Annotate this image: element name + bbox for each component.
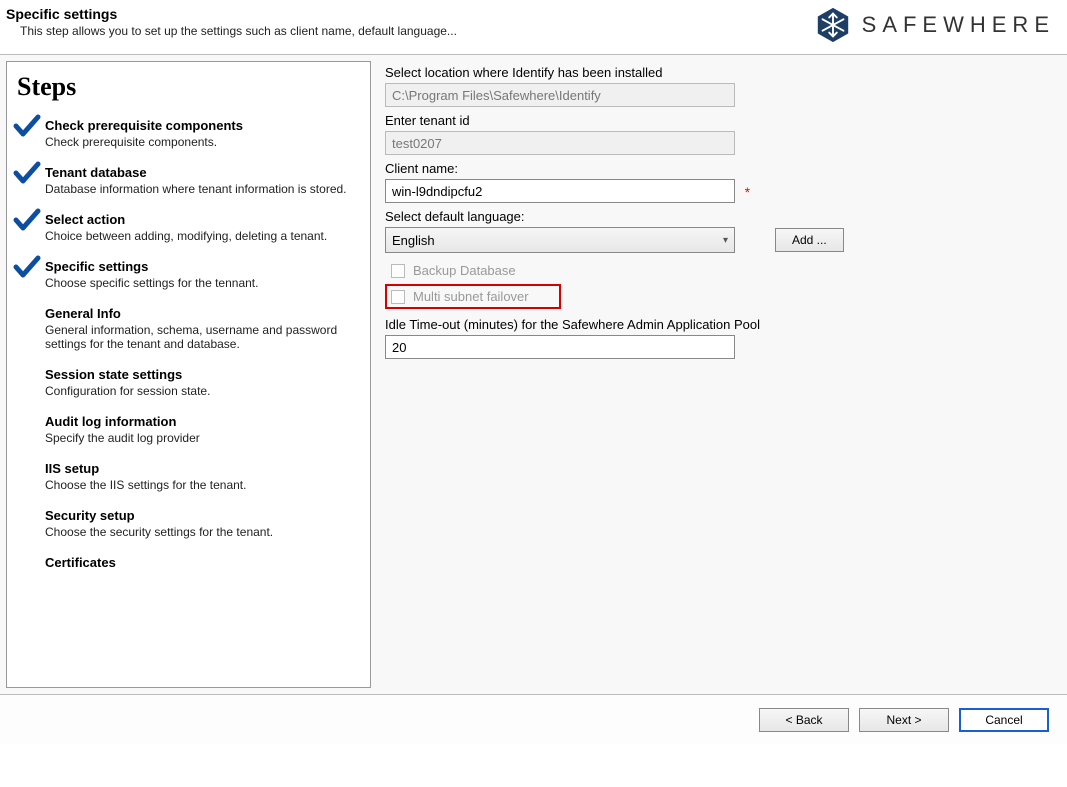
tenant-id-label: Enter tenant id [385,113,1053,128]
step-desc: Database information where tenant inform… [45,182,364,196]
backup-database-checkbox: Backup Database [391,259,1053,282]
step-desc: Choice between adding, modifying, deleti… [45,229,364,243]
location-input [385,83,735,107]
step-title: Session state settings [45,367,364,382]
step-item: IIS setup Choose the IIS settings for the… [17,453,364,500]
step-item: Certificates [17,547,364,580]
backup-database-label: Backup Database [413,263,516,278]
step-title: Specific settings [45,259,364,274]
idle-timeout-label: Idle Time-out (minutes) for the Safewher… [385,317,1053,332]
step-item: Select action Choice between adding, modi… [17,204,364,251]
step-desc: General information, schema, username an… [45,323,364,351]
step-desc: Configuration for session state. [45,384,364,398]
step-title: Tenant database [45,165,364,180]
language-selected-value: English [392,233,435,248]
step-item: Security setup Choose the security settin… [17,500,364,547]
language-label: Select default language: [385,209,1053,224]
step-desc: Choose the IIS settings for the tenant. [45,478,364,492]
step-desc: Specify the audit log provider [45,431,364,445]
step-item: Check prerequisite components Check prere… [17,110,364,157]
wizard-footer: < Back Next > Cancel [0,694,1067,744]
step-item: Tenant database Database information wher… [17,157,364,204]
step-desc: Choose specific settings for the tennant… [45,276,364,290]
page-subtitle: This step allows you to set up the setti… [20,24,457,38]
checkbox-icon [391,290,405,304]
client-name-label: Client name: [385,161,1053,176]
step-item: Session state settings Configuration for … [17,359,364,406]
step-title: Check prerequisite components [45,118,364,133]
step-title: General Info [45,306,364,321]
form-panel: Select location where Identify has been … [371,55,1067,694]
step-item: Audit log information Specify the audit l… [17,406,364,453]
step-title: Select action [45,212,364,227]
back-button[interactable]: < Back [759,708,849,732]
multi-subnet-failover-highlight: Multi subnet failover [385,284,561,309]
steps-list[interactable]: Check prerequisite components Check prere… [7,106,370,687]
checkbox-icon [391,264,405,278]
step-title: Certificates [45,555,364,570]
tenant-id-input [385,131,735,155]
add-language-button[interactable]: Add ... [775,228,844,252]
required-indicator: * [745,184,750,200]
checkmark-icon [13,114,41,138]
step-item: Specific settings Choose specific setting… [17,251,364,298]
step-item: General Info General information, schema,… [17,298,364,359]
step-desc: Check prerequisite components. [45,135,364,149]
chevron-down-icon: ▾ [723,235,728,246]
language-select[interactable]: English ▾ [385,227,735,253]
snowflake-hex-icon [814,6,852,44]
cancel-button[interactable]: Cancel [959,708,1049,732]
idle-timeout-input[interactable] [385,335,735,359]
page-title: Specific settings [6,6,457,22]
step-title: IIS setup [45,461,364,476]
step-desc: Choose the security settings for the ten… [45,525,364,539]
multi-subnet-failover-label: Multi subnet failover [413,289,529,304]
step-title: Audit log information [45,414,364,429]
checkmark-icon [13,255,41,279]
steps-panel: Steps Check prerequisite componentsCheck… [6,61,371,688]
brand-name: SAFEWHERE [862,12,1055,38]
brand-logo: SAFEWHERE [814,6,1055,44]
checkmark-icon [13,208,41,232]
step-title: Security setup [45,508,364,523]
client-name-input[interactable] [385,179,735,203]
steps-heading: Steps [7,62,370,106]
next-button[interactable]: Next > [859,708,949,732]
location-label: Select location where Identify has been … [385,65,1053,80]
checkmark-icon [13,161,41,185]
